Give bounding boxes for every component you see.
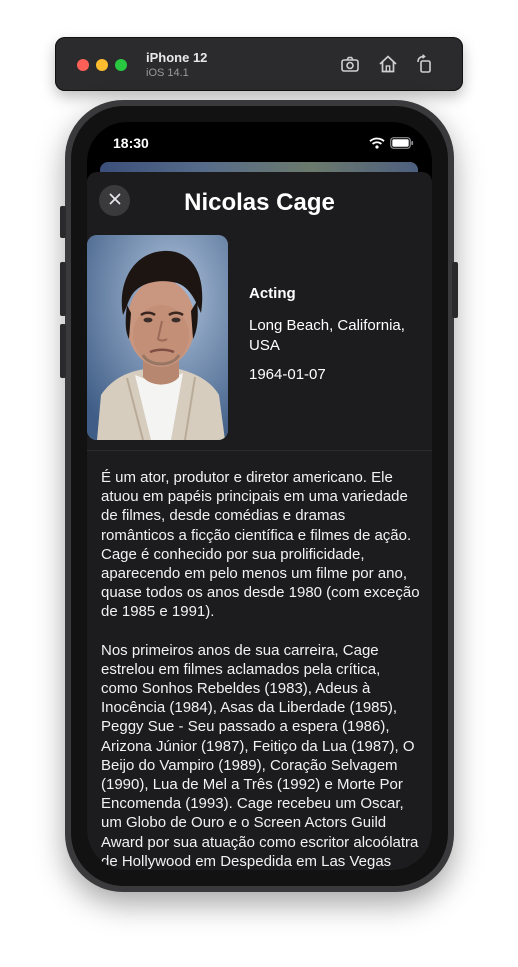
minimize-window-button[interactable] [96,59,108,71]
profile-photo [87,235,228,440]
battery-icon [390,136,414,154]
biography-paragraph: Nos primeiros anos de sua carreira, Cage… [101,641,419,870]
status-icons [369,136,414,154]
birthday: 1964-01-07 [249,366,326,383]
simulator-toolbar: iPhone 12 iOS 14.1 [55,37,463,91]
known-for-department: Acting [249,285,296,302]
person-name: Nicolas Cage [184,189,335,216]
biography-paragraph: É um ator, produtor e diretor americano.… [101,469,420,621]
biography: É um ator, produtor e diretor americano.… [101,468,421,870]
os-version: iOS 14.1 [146,67,189,79]
volume-up-button [60,262,66,316]
status-time: 18:30 [113,135,149,151]
wifi-icon [369,136,385,154]
person-detail-sheet: Nicolas Cage Acting Long Beach, Californ… [87,172,432,870]
notch [167,122,353,152]
place-of-birth: Long Beach, California, USA [249,317,405,354]
screenshot-icon[interactable] [339,53,361,75]
device-screen: 18:30 Nicolas Cage Acting Long Beach, Ca… [87,122,432,870]
close-window-button[interactable] [77,59,89,71]
home-icon[interactable] [377,53,399,75]
divider [87,450,432,451]
person-info: Acting Long Beach, California, USA 1964-… [249,285,429,383]
volume-down-button [60,324,66,378]
rotate-icon[interactable] [414,53,436,75]
power-button [452,262,458,318]
mute-switch [60,206,66,238]
zoom-window-button[interactable] [115,59,127,71]
device-name: iPhone 12 [146,50,208,65]
